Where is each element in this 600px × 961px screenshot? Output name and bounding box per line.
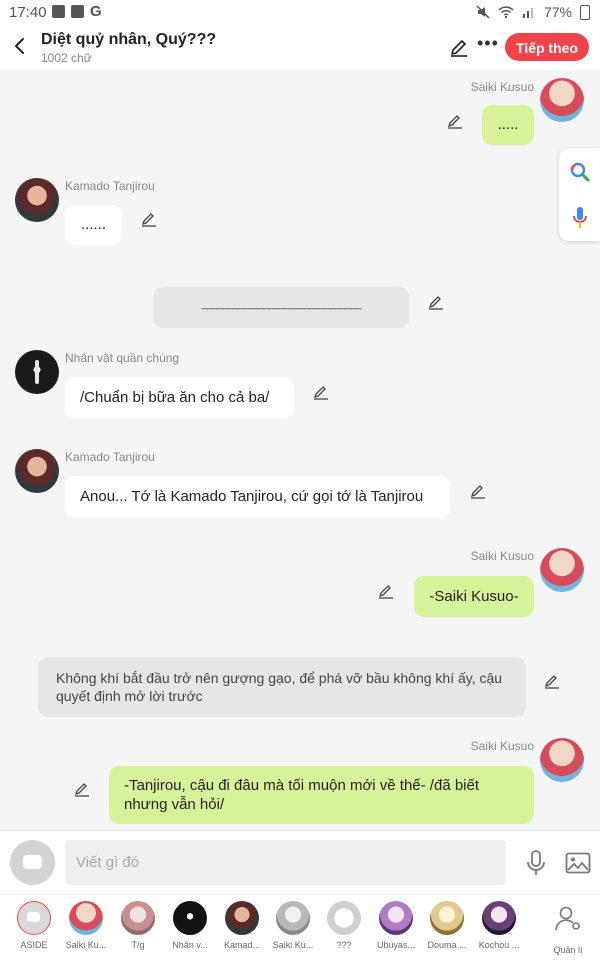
character-npc[interactable]: Nhân v... [165, 901, 215, 959]
character-label: Douma ... [427, 940, 467, 950]
character-avatar [121, 901, 155, 935]
character-avatar [225, 901, 259, 935]
battery-percent: 77% [543, 4, 572, 20]
edit-title-icon[interactable] [448, 36, 470, 58]
message-input[interactable] [65, 840, 506, 885]
message-composer [0, 830, 600, 895]
character-label: Nhân v... [172, 940, 208, 950]
character-avatar [276, 901, 310, 935]
message-speaker: Kamado Tanjirou [65, 450, 155, 464]
character-label: ASIDE [20, 940, 48, 950]
word-count: 1002 chữ [41, 51, 92, 65]
edit-message-icon[interactable] [446, 112, 464, 130]
aside-avatar [17, 901, 51, 935]
character-kochou[interactable]: Kochou ... [474, 901, 524, 959]
message-speaker: Saiki Kusuo [470, 80, 534, 94]
saiki-avatar[interactable] [540, 78, 584, 122]
character-douma[interactable]: Douma ... [422, 901, 472, 959]
character-saiki-2[interactable]: Saiki Ku... [268, 901, 318, 959]
message-bubble[interactable]: /Chuẩn bị bữa ăn cho cả ba/ [65, 377, 294, 419]
edit-message-icon[interactable] [140, 210, 158, 228]
narration-separator[interactable]: _______________________________ [153, 287, 409, 328]
mute-icon [476, 5, 490, 19]
message-speaker: Kamado Tanjirou [65, 179, 155, 193]
message-bubble[interactable]: ...... [65, 205, 122, 245]
microphone-icon[interactable] [524, 849, 548, 877]
back-icon[interactable] [8, 34, 32, 58]
google-notification-icon: G [90, 3, 102, 20]
image-upload-icon[interactable] [565, 851, 591, 875]
manage-users-icon [555, 906, 580, 931]
search-icon[interactable] [569, 161, 591, 183]
edit-message-icon[interactable] [469, 482, 487, 500]
character-tg[interactable]: T/g [113, 901, 163, 959]
edit-message-icon[interactable] [377, 582, 395, 600]
character-label: Ubuyas... [376, 940, 416, 950]
character-saiki[interactable]: Saiki Ku... [61, 901, 111, 959]
character-label: Kochou ... [478, 940, 520, 950]
status-time: 17:40 [9, 4, 47, 21]
saiki-avatar[interactable] [540, 738, 584, 782]
saiki-avatar[interactable] [540, 548, 584, 592]
npc-avatar[interactable] [15, 350, 59, 394]
message-bubble[interactable]: -Tanjirou, cậu đi đâu mà tối muộn mới về… [109, 766, 534, 824]
tanjirou-avatar[interactable] [15, 449, 59, 493]
character-avatar [379, 901, 413, 935]
message-speaker: Saiki Kusuo [470, 739, 534, 753]
google-search-widget[interactable] [559, 148, 600, 241]
aside-toggle-button[interactable] [10, 840, 55, 885]
character-label: Quản lí [553, 945, 583, 955]
story-title: Diệt quỷ nhân, Quý??? [41, 31, 217, 48]
character-avatar [69, 901, 103, 935]
character-avatar [173, 901, 207, 935]
edit-message-icon[interactable] [312, 383, 330, 401]
top-bar: Diệt quỷ nhân, Quý??? 1002 chữ ••• Tiếp … [0, 24, 600, 70]
chat-area[interactable]: Saiki Kusuo ..... Kamado Tanjirou ......… [0, 70, 600, 830]
manage-characters-button[interactable]: Quản lí [543, 901, 593, 959]
status-bar: 17:40 G 77% [0, 0, 600, 24]
edit-message-icon[interactable] [427, 293, 445, 311]
signal-icon [522, 8, 533, 18]
shopping-notification-icon [71, 5, 84, 18]
more-options-icon[interactable]: ••• [477, 34, 498, 57]
edit-message-icon[interactable] [543, 672, 561, 690]
message-bubble[interactable]: -Saiki Kusuo- [414, 576, 534, 617]
character-label: T/g [131, 940, 145, 950]
message-speaker: Nhân vật quần chúng [65, 351, 180, 365]
character-label: Saiki Ku... [65, 940, 107, 950]
narration-bubble[interactable]: Không khí bắt đầu trở nên gượng gạo, để … [38, 657, 526, 717]
tanjirou-avatar[interactable] [15, 178, 59, 222]
character-label: Saiki Ku... [272, 940, 314, 950]
battery-icon [580, 4, 590, 20]
next-button[interactable]: Tiếp theo [505, 33, 589, 61]
gallery-notification-icon [52, 5, 65, 18]
character-aside[interactable]: ASIDE [9, 901, 59, 959]
edit-message-icon[interactable] [73, 780, 91, 798]
character-unknown[interactable]: ??? [319, 901, 369, 959]
message-bubble[interactable]: Anou... Tớ là Kamado Tanjirou, cứ gọi tớ… [65, 476, 450, 518]
message-speaker: Saiki Kusuo [470, 549, 534, 563]
message-bubble[interactable]: ..... [482, 105, 534, 145]
voice-search-icon[interactable] [572, 206, 588, 230]
character-selector: ASIDE Saiki Ku... T/g Nhân v... Kamad...… [0, 894, 600, 961]
character-ubuyashiki[interactable]: Ubuyas... [371, 901, 421, 959]
wifi-icon [498, 6, 514, 19]
character-avatar [430, 901, 464, 935]
character-tanjirou[interactable]: Kamad... [217, 901, 267, 959]
character-label: Kamad... [223, 940, 261, 950]
character-avatar [482, 901, 516, 935]
character-label: ??? [336, 940, 352, 950]
character-avatar [327, 901, 361, 935]
